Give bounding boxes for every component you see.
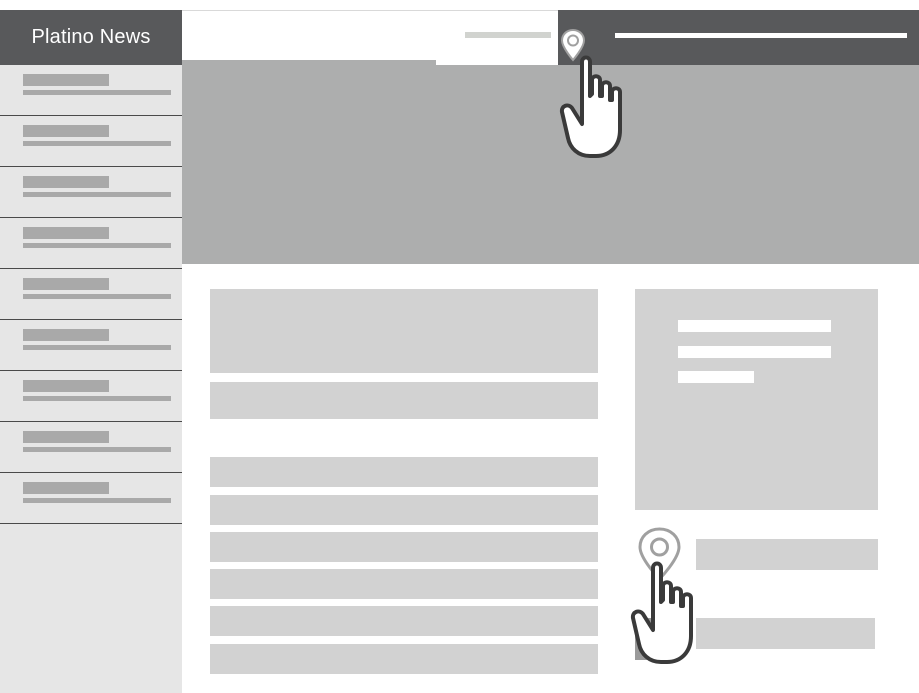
sidebar-item[interactable] [0, 422, 182, 473]
card-line [678, 346, 831, 358]
sidebar-item-title [23, 278, 109, 290]
top-bar [182, 10, 558, 66]
sidebar-item-title [23, 482, 109, 494]
sidebar-item[interactable] [0, 473, 182, 524]
sidebar-item[interactable] [0, 371, 182, 422]
sidebar-item-subtitle [23, 243, 171, 248]
sidebar-item-title [23, 125, 109, 137]
sidebar-item-subtitle [23, 294, 171, 299]
secondary-action-button[interactable] [696, 618, 875, 649]
sidebar-item-subtitle [23, 192, 171, 197]
sidebar-item-title [23, 329, 109, 341]
hand-pointer-icon [559, 55, 622, 158]
list-item[interactable] [210, 532, 598, 562]
card-line [678, 371, 754, 383]
card-line [678, 320, 831, 332]
sidebar-item-title [23, 431, 109, 443]
article-image-placeholder[interactable] [210, 289, 598, 373]
sidebar-item-title [23, 380, 109, 392]
sidebar-item-subtitle [23, 447, 171, 452]
sidebar-item[interactable] [0, 269, 182, 320]
sidebar-item-title [23, 227, 109, 239]
sidebar-item[interactable] [0, 116, 182, 167]
sidebar-item-subtitle [23, 345, 171, 350]
hand-pointer-icon [630, 561, 693, 664]
list-item[interactable] [210, 569, 598, 599]
sidebar-item[interactable] [0, 167, 182, 218]
weather-card[interactable] [635, 289, 878, 510]
hero-banner[interactable] [182, 65, 919, 264]
list-item[interactable] [210, 457, 598, 487]
app-brand[interactable]: Platino News [0, 10, 182, 65]
location-input[interactable] [615, 33, 907, 38]
sidebar-item-subtitle [23, 396, 171, 401]
search-field[interactable] [465, 32, 551, 38]
list-item[interactable] [210, 495, 598, 525]
location-action-button[interactable] [696, 539, 878, 570]
sidebar-item[interactable] [0, 218, 182, 269]
list-item[interactable] [210, 606, 598, 636]
sidebar-item-subtitle [23, 90, 171, 95]
sidebar-item[interactable] [0, 65, 182, 116]
sidebar-item-title [23, 74, 109, 86]
sidebar-item-subtitle [23, 141, 171, 146]
list-item[interactable] [210, 644, 598, 674]
sidebar-item-title [23, 176, 109, 188]
article-headline-placeholder[interactable] [210, 382, 598, 419]
sidebar-item[interactable] [0, 320, 182, 371]
sidebar-item-subtitle [23, 498, 171, 503]
